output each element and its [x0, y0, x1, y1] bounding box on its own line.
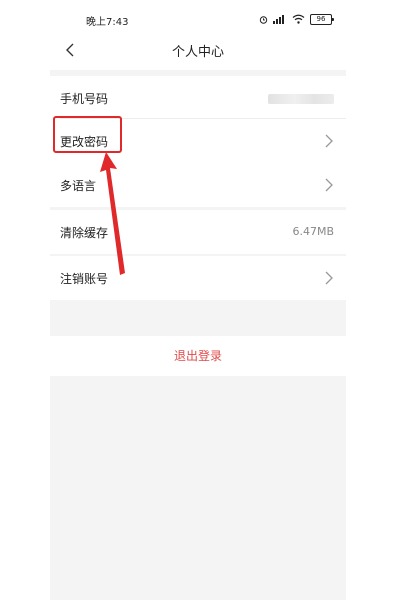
- nav-bar: 个人中心: [50, 30, 346, 70]
- clear-cache-label: 清除缓存: [60, 226, 109, 240]
- battery-icon: 96: [310, 13, 334, 25]
- alarm-icon: [259, 15, 268, 24]
- status-time: 晚上7:43: [86, 17, 129, 28]
- language-row[interactable]: 多语言: [50, 163, 346, 207]
- cache-size-value: 6.47MB: [292, 225, 334, 238]
- chevron-right-icon: [325, 178, 333, 192]
- phone-number-row[interactable]: 手机号码: [50, 76, 346, 120]
- status-icons: 96: [259, 12, 334, 26]
- phone-number-masked: [268, 94, 334, 104]
- logout-button[interactable]: 退出登录: [50, 336, 346, 376]
- chevron-right-icon: [325, 134, 333, 148]
- delete-account-label: 注销账号: [60, 272, 109, 286]
- language-label: 多语言: [60, 179, 97, 193]
- clear-cache-row[interactable]: 清除缓存 6.47MB: [50, 210, 346, 254]
- phone-number-label: 手机号码: [60, 92, 109, 106]
- wifi-icon: [292, 14, 305, 24]
- phone-screen: 晚上7:43 96 个人中心 手机号码 更改密码 多语言 清除缓存 6.47MB…: [50, 0, 346, 600]
- signal-icon: [273, 15, 284, 24]
- chevron-right-icon: [325, 271, 333, 285]
- delete-account-row[interactable]: 注销账号: [50, 256, 346, 300]
- highlight-box: [53, 116, 122, 153]
- page-title: 个人中心: [171, 45, 224, 60]
